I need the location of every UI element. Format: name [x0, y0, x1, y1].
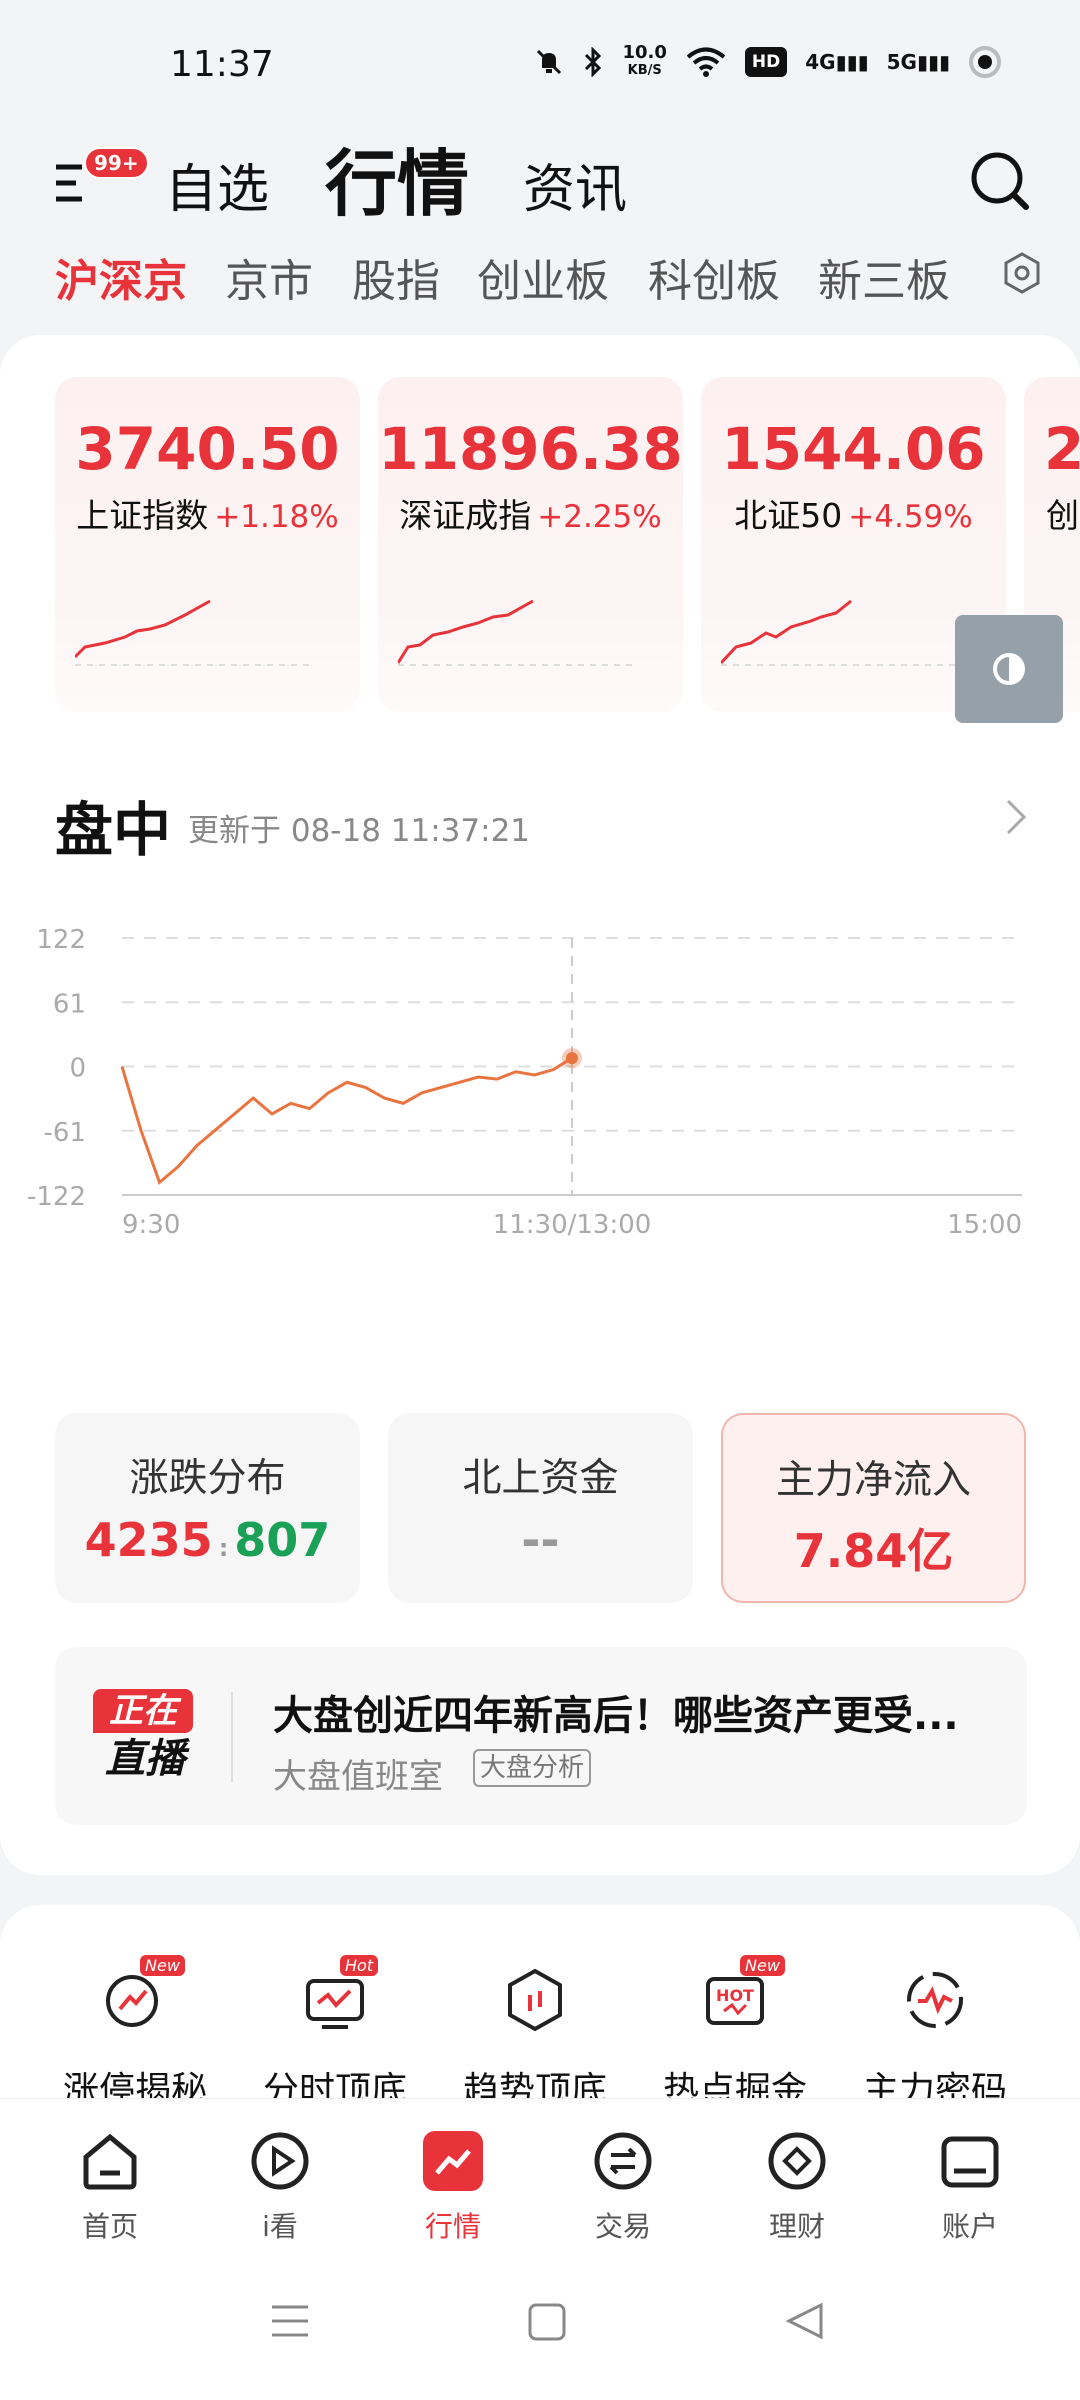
subtab-guzhi[interactable]: 股指 — [352, 245, 440, 309]
y-tick-label: 0 — [69, 1054, 86, 1084]
y-tick-label: -122 — [27, 1182, 86, 1212]
nav-watch[interactable]: i看 — [220, 2129, 340, 2245]
account-icon — [941, 2136, 999, 2188]
nav-market[interactable]: 行情 — [393, 2129, 513, 2245]
live-title: 大盘创近四年新高后！哪些资产更受... — [273, 1693, 959, 1739]
y-tick-label: 122 — [36, 925, 86, 955]
clock: 11:37 — [170, 44, 274, 85]
index-label: 上证指数 +1.18% — [76, 496, 339, 535]
bottom-nav: 首页 i看 行情 交易 理财 账户 — [0, 2098, 1080, 2243]
stat-value: 7.84亿 — [793, 1524, 954, 1578]
index-card-sh[interactable]: 3740.50 上证指数 +1.18% — [55, 377, 360, 712]
tab-news[interactable]: 资讯 — [523, 147, 627, 222]
live-source: 大盘值班室 — [273, 1757, 443, 1797]
tool-timeshare[interactable]: Hot 分时顶底 — [250, 1955, 420, 2105]
tools-card: New 涨停揭秘 Hot 分时顶底 趋势顶底 HOT New 热点掘金 主力密码 — [0, 1905, 1080, 2105]
stat-title: 涨跌分布 — [129, 1456, 286, 1501]
stat-northbound[interactable]: 北上资金 -- — [388, 1413, 693, 1603]
nav-finance[interactable]: 理财 — [737, 2129, 857, 2245]
stat-value: -- — [521, 1513, 560, 1567]
stat-main-inflow[interactable]: 主力净流入 7.84亿 — [721, 1413, 1026, 1603]
index-value: 2 — [1044, 415, 1080, 483]
status-icons: 10.0 KB/S HD 4G▮▮▮ 5G▮▮▮ — [534, 44, 1002, 80]
index-label: 深证成指 +2.25% — [399, 496, 662, 535]
index-card-sz[interactable]: 11896.38 深证成指 +2.25% — [378, 377, 683, 712]
hd-badge: HD — [744, 47, 788, 77]
stat-title: 主力净流入 — [775, 1458, 971, 1503]
settings-icon[interactable] — [1000, 251, 1044, 295]
chevron-right-icon[interactable] — [1002, 795, 1032, 839]
sparkline — [75, 599, 315, 666]
market-card: 3740.50 上证指数 +1.18% 11896.38 深证成指 +2.25% 1… — [0, 335, 1080, 1875]
header: 99+ 自选 行情 资讯 — [0, 135, 1080, 240]
trend-icon — [508, 1968, 562, 2032]
bluetooth-icon — [585, 47, 602, 77]
svg-text:HOT: HOT — [716, 1986, 754, 2005]
theme-toggle-button[interactable] — [955, 615, 1063, 723]
market-icon — [423, 2131, 483, 2191]
signal-4g: 4G▮▮▮ — [805, 50, 869, 74]
x-tick-label: 11:30/13:00 — [493, 1210, 652, 1240]
divider — [231, 1692, 233, 1782]
sparkline — [721, 599, 961, 666]
series-endpoint — [566, 1052, 578, 1065]
tool-hotspot[interactable]: HOT New 热点掘金 — [650, 1955, 820, 2105]
search-icon[interactable] — [968, 149, 1032, 213]
intraday-chart: 122 61 0 -61 -122 9:30 11:30/13:00 15:00 — [27, 925, 1022, 1240]
back-icon[interactable] — [785, 2301, 825, 2341]
series-line — [120, 1056, 573, 1185]
index-value: 1544.06 — [721, 415, 986, 483]
home-icon — [83, 2133, 137, 2190]
page-section-title: 盘中 — [55, 796, 172, 864]
live-badge: 正在 直播 — [93, 1689, 197, 1783]
y-tick-label: -61 — [44, 1118, 86, 1148]
system-navigation-bar — [0, 2243, 1080, 2400]
mute-icon — [537, 49, 562, 75]
status-bar: 11:37 10.0 KB/S HD 4G▮▮▮ 5G▮▮▮ — [0, 0, 1080, 135]
subtab-xinsanban[interactable]: 新三板 — [818, 245, 950, 309]
nav-home[interactable]: 首页 — [50, 2129, 170, 2245]
contrast-icon — [993, 653, 1025, 685]
nav-account[interactable]: 账户 — [910, 2129, 1030, 2245]
subtab-kechuang[interactable]: 科创板 — [648, 245, 780, 309]
tab-watchlist[interactable]: 自选 — [165, 147, 269, 222]
index-value: 11896.38 — [378, 415, 683, 483]
stat-value: 4235:807 — [84, 1513, 331, 1567]
subtab-hushenjing[interactable]: 沪深京 — [55, 245, 187, 309]
stat-updown-distribution[interactable]: 涨跌分布 4235:807 — [55, 1413, 360, 1603]
y-tick-label: 61 — [53, 989, 86, 1019]
subtab-jingshi[interactable]: 京市 — [225, 245, 313, 309]
network-speed: 10.0 KB/S — [622, 42, 667, 79]
tool-trend[interactable]: 趋势顶底 — [450, 1965, 620, 2105]
trade-icon — [594, 2132, 652, 2190]
tab-market[interactable]: 行情 — [325, 125, 469, 230]
tool-main-force[interactable]: 主力密码 — [850, 1965, 1020, 2105]
live-banner[interactable]: 正在 直播 大盘创近四年新高后！哪些资产更受... 大盘值班室 大盘分析 — [55, 1647, 1027, 1825]
sparkline — [398, 599, 638, 666]
signal-5g: 5G▮▮▮ — [886, 50, 950, 74]
index-label: 北证50 +4.59% — [734, 496, 973, 535]
live-tag: 大盘分析 — [473, 1749, 592, 1787]
update-time: 更新于 08-18 11:37:21 — [188, 813, 531, 849]
sub-tabs: 沪深京 京市 股指 创业板 科创板 新三板 — [0, 245, 1080, 315]
home-button-icon[interactable] — [528, 2303, 566, 2341]
subtab-chuangye[interactable]: 创业板 — [477, 245, 609, 309]
wifi-icon — [686, 47, 726, 77]
finance-icon — [768, 2132, 826, 2190]
main-force-icon — [907, 1972, 963, 2028]
x-tick-label: 9:30 — [122, 1210, 180, 1240]
x-tick-label: 15:00 — [947, 1210, 1022, 1240]
recent-apps-icon[interactable] — [270, 2303, 310, 2339]
battery-icon — [969, 46, 1001, 78]
tool-rise-limit[interactable]: New 涨停揭秘 — [50, 1955, 220, 2105]
stat-title: 北上资金 — [462, 1456, 619, 1501]
play-icon — [251, 2132, 309, 2190]
notification-badge: 99+ — [84, 147, 149, 179]
index-label: 创 — [1046, 496, 1079, 535]
nav-trade[interactable]: 交易 — [563, 2129, 683, 2245]
index-value: 3740.50 — [75, 415, 340, 483]
